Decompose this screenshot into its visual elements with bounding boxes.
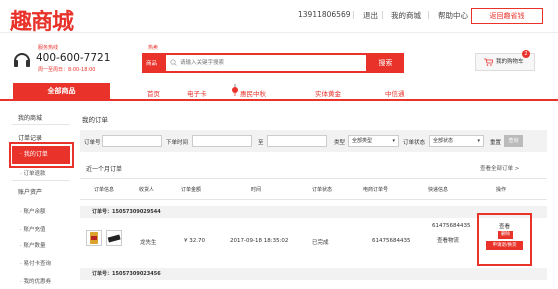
status-cell: 已完成	[312, 240, 329, 246]
cart-icon	[484, 58, 494, 66]
sidebar-item-label: 账户数量	[23, 243, 46, 249]
query-button[interactable]: 查询	[504, 135, 523, 147]
separator: |	[352, 10, 355, 19]
delete-order-button[interactable]: 删除	[498, 231, 513, 239]
nav-all-products[interactable]: 全部商品	[13, 83, 110, 100]
reset-button[interactable]: 重置	[490, 138, 501, 146]
type-select-value: 全部类型	[352, 138, 373, 144]
sidebar-item-label: 账户充值	[23, 227, 46, 233]
column-header: 操作	[496, 187, 507, 193]
nav-item-citic[interactable]: 中信通	[385, 88, 405, 98]
product-thumbnail[interactable]	[106, 230, 122, 246]
column-header: 订单金额	[181, 187, 202, 193]
column-header: 收货人	[139, 187, 155, 193]
to-label: 至	[258, 140, 264, 146]
search-category[interactable]: 商品	[146, 59, 157, 67]
search-button[interactable]: 搜索	[367, 53, 404, 73]
order-number-row: 订单号：15057309023456	[80, 268, 547, 280]
type-label: 类型	[334, 140, 346, 146]
column-header: 快递信息	[428, 187, 449, 193]
sidebar-section-assets: 账户资产	[18, 189, 43, 196]
service-phone: 400-600-7721	[36, 52, 111, 64]
order-time-label: 下单时间	[166, 140, 189, 146]
sidebar-divider	[12, 180, 70, 181]
header-divider	[0, 32, 558, 33]
view-logistics-link[interactable]: 查看物流	[437, 236, 459, 244]
type-select[interactable]: 全部类型 ▾	[348, 135, 399, 147]
cart-count-badge: 2	[522, 50, 530, 58]
sidebar-item-refund[interactable]: · 订单退款	[20, 169, 46, 177]
sidebar-item-my-orders[interactable]: · 我的订单	[12, 146, 70, 164]
column-header: 订单信息	[94, 187, 115, 193]
status-label: 订单状态	[403, 140, 426, 146]
help-link[interactable]: 帮助中心	[438, 10, 468, 21]
separator: |	[381, 10, 384, 19]
logout-link[interactable]: 退出	[363, 10, 378, 21]
chevron-down-icon: ▾	[392, 138, 395, 144]
nav-item-mid-autumn[interactable]: 惠民中秋	[240, 88, 266, 98]
express-number: 61475684435	[432, 223, 471, 229]
nav-item-ecard[interactable]: 电子卡	[187, 88, 207, 98]
back-to-qushengqian-button[interactable]: 返回趣省钱	[471, 8, 543, 24]
sidebar-item-label: 我的优惠券	[23, 279, 52, 285]
order-no-label: 订单号	[84, 140, 101, 146]
time-cell: 2017-09-18 18:35:02	[230, 238, 289, 244]
nav-item-gold[interactable]: 实体黄金	[315, 88, 341, 98]
page-title: 我的订单	[82, 116, 108, 124]
sidebar-item-balance[interactable]: · 账户余额	[20, 207, 46, 215]
amount-cell: ¥ 32.70	[184, 238, 205, 244]
my-mall-link[interactable]: 我的商城	[391, 10, 421, 21]
separator: |	[427, 10, 430, 19]
order-no-input[interactable]	[102, 135, 162, 147]
sidebar-title: 我的商城	[18, 115, 43, 122]
sidebar-item-coupons[interactable]: · 我的优惠券	[20, 277, 51, 285]
start-date-input[interactable]	[192, 135, 252, 147]
user-phone-link[interactable]: 13911806569	[298, 10, 351, 19]
sidebar-divider	[12, 124, 70, 125]
nav-underline	[0, 99, 558, 101]
sidebar-item-card-query[interactable]: · 易付卡查询	[20, 259, 51, 267]
column-header: 电商订单号	[363, 187, 389, 193]
recent-orders-label: 近一个月订单	[86, 166, 123, 173]
column-header: 时间	[251, 187, 262, 193]
receiver-cell: 龙先生	[140, 240, 157, 246]
end-date-input[interactable]	[267, 135, 327, 147]
product-thumbnail[interactable]	[86, 230, 102, 246]
sidebar-item-label: 订单退款	[23, 171, 46, 177]
sidebar-item-label: 账户余额	[23, 209, 46, 215]
ec-order-cell: 61475684435	[372, 238, 411, 244]
status-select[interactable]: 全部状态 ▾	[429, 135, 484, 147]
service-hours: 周一至周日：8:00-18:00	[38, 67, 96, 73]
sidebar-item-recharge[interactable]: · 账户充值	[20, 225, 46, 233]
search-icon	[170, 59, 177, 66]
sidebar-item-label: 易付卡查询	[23, 261, 52, 267]
status-select-value: 全部状态	[433, 138, 454, 144]
view-order-link[interactable]: 查看	[499, 222, 510, 230]
sidebar-section-orders: 订单记录	[18, 135, 43, 142]
sidebar-item-quantity[interactable]: · 账户数量	[20, 241, 46, 249]
view-all-orders-link[interactable]: 查看全部订单 >	[480, 164, 519, 172]
sidebar-item-label: 我的订单	[23, 151, 48, 158]
service-label: 服务热线	[38, 45, 59, 51]
chevron-down-icon: ▾	[477, 138, 480, 144]
highlight-box-operations	[477, 213, 532, 266]
headset-icon	[12, 50, 32, 70]
search-input[interactable]	[166, 55, 366, 71]
hot-label: 热卖	[148, 45, 159, 51]
column-header: 订单状态	[312, 187, 333, 193]
nav-item-home[interactable]: 首页	[147, 88, 160, 98]
lantern-icon	[231, 84, 239, 96]
return-exchange-button[interactable]: 申请退/换货	[486, 241, 523, 250]
